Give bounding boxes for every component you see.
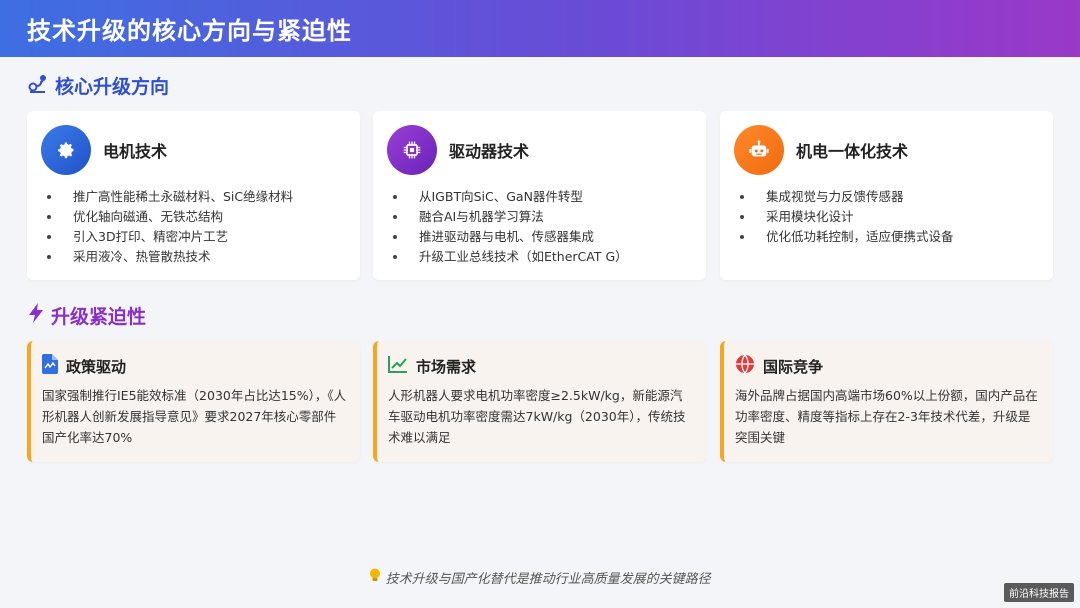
lightning-icon [27, 302, 45, 329]
list-item: 优化低功耗控制，适应便携式设备 [734, 227, 1039, 247]
list-item: 优化轴向磁通、无铁芯结构 [41, 207, 346, 227]
robot-icon [734, 125, 784, 175]
section-title-urgency: 升级紧迫性 [27, 302, 146, 329]
bullet-list: 从IGBT向SiC、GaN器件转型 融合AI与机器学习算法 推进驱动器与电机、传… [387, 187, 692, 267]
urgency-card-text: 海外品牌占据国内高端市场60%以上份额，国内产品在功率密度、精度等指标上存在2-… [735, 388, 1038, 445]
tech-card-mechatronics: 机电一体化技术 集成视觉与力反馈传感器 采用模块化设计 优化低功耗控制，适应便携… [720, 111, 1053, 280]
section-title-urgency-label: 升级紧迫性 [51, 306, 147, 328]
section-title-core: 核心升级方向 [27, 72, 169, 99]
section-title-core-label: 核心升级方向 [55, 76, 170, 98]
globe-icon [735, 354, 755, 378]
list-item: 从IGBT向SiC、GaN器件转型 [387, 187, 692, 207]
urgency-card-text: 人形机器人要求电机功率密度≥2.5kW/kg，新能源汽车驱动电机功率密度需达7k… [388, 388, 686, 445]
urgency-card-title: 国际竞争 [763, 357, 824, 376]
document-icon [42, 354, 58, 378]
tech-card-title: 电机技术 [103, 142, 168, 161]
tech-card-motor: 电机技术 推广高性能稀土永磁材料、SiC绝缘材料 优化轴向磁通、无铁芯结构 引入… [27, 111, 360, 280]
list-item: 推进驱动器与电机、传感器集成 [387, 227, 692, 247]
list-item: 采用液冷、热管散热技术 [41, 247, 346, 267]
urgency-card-title: 政策驱动 [66, 357, 127, 376]
lightbulb-icon [369, 568, 385, 587]
bullet-list: 推广高性能稀土永磁材料、SiC绝缘材料 优化轴向磁通、无铁芯结构 引入3D打印、… [41, 187, 346, 267]
trend-chart-icon [388, 355, 408, 377]
footer-note: 技术升级与国产化替代是推动行业高质量发展的关键路径 [0, 568, 1080, 587]
urgency-card-market: 市场需求 人形机器人要求电机功率密度≥2.5kW/kg，新能源汽车驱动电机功率密… [373, 341, 706, 462]
urgency-card-text: 国家强制推行IE5能效标准（2030年占比达15%），《人形机器人创新发展指导意… [42, 388, 347, 445]
tech-card-title: 机电一体化技术 [796, 142, 909, 161]
list-item: 升级工业总线技术（如EtherCAT G） [387, 247, 692, 267]
list-item: 采用模块化设计 [734, 207, 1039, 227]
gear-icon [41, 125, 91, 175]
urgency-card-competition: 国际竞争 海外品牌占据国内高端市场60%以上份额，国内产品在功率密度、精度等指标… [720, 341, 1053, 462]
tech-card-title: 驱动器技术 [449, 142, 530, 161]
list-item: 融合AI与机器学习算法 [387, 207, 692, 227]
watermark-badge: 前沿科技报告 [1004, 583, 1074, 602]
list-item: 集成视觉与力反馈传感器 [734, 187, 1039, 207]
bullet-list: 集成视觉与力反馈传感器 采用模块化设计 优化低功耗控制，适应便携式设备 [734, 187, 1039, 247]
page-title: 技术升级的核心方向与紧迫性 [27, 17, 352, 45]
chip-icon [387, 125, 437, 175]
urgency-card-title: 市场需求 [416, 357, 477, 376]
tech-card-driver: 驱动器技术 从IGBT向SiC、GaN器件转型 融合AI与机器学习算法 推进驱动… [373, 111, 706, 280]
list-item: 引入3D打印、精密冲片工艺 [41, 227, 346, 247]
urgency-card-policy: 政策驱动 国家强制推行IE5能效标准（2030年占比达15%），《人形机器人创新… [27, 341, 360, 462]
route-icon [27, 72, 49, 99]
footer-note-text: 技术升级与国产化替代是推动行业高质量发展的关键路径 [385, 572, 711, 587]
header-bar: 技术升级的核心方向与紧迫性 [0, 0, 1080, 57]
list-item: 推广高性能稀土永磁材料、SiC绝缘材料 [41, 187, 346, 207]
